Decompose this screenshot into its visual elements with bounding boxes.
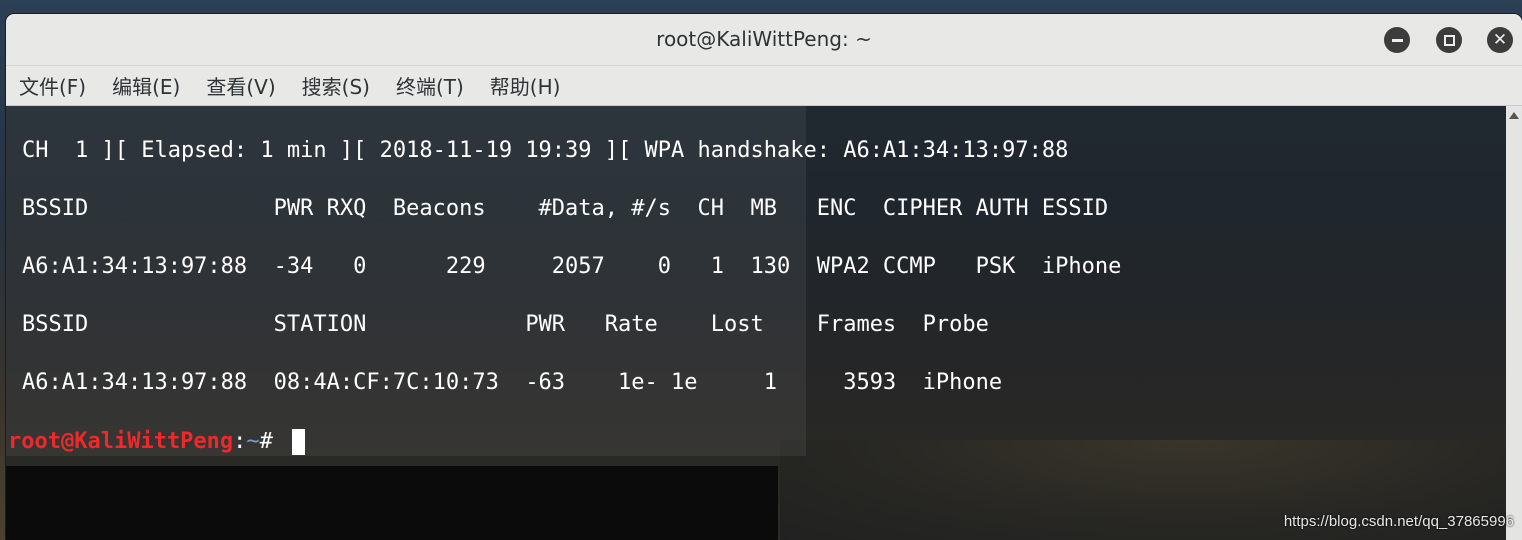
shell-prompt[interactable]: root@KaliWittPeng:~#: [8, 429, 306, 455]
menu-view[interactable]: 查看(V): [206, 71, 275, 100]
terminal-output[interactable]: CH 1 ][ Elapsed: 1 min ][ 2018-11-19 19:…: [6, 106, 1506, 540]
airodump-status-line: CH 1 ][ Elapsed: 1 min ][ 2018-11-19 19:…: [22, 138, 1069, 163]
close-button[interactable]: ✕: [1487, 27, 1513, 53]
maximize-icon: [1443, 34, 1455, 46]
background-window-dark-region: [6, 466, 778, 540]
prompt-symbol: #: [259, 429, 287, 454]
station-table-row: A6:A1:34:13:97:88 08:4A:CF:7C:10:73 -63 …: [22, 370, 1003, 395]
menu-search[interactable]: 搜索(S): [302, 71, 370, 100]
minimize-button[interactable]: [1384, 27, 1410, 53]
ap-table-header: BSSID PWR RXQ Beacons #Data, #/s CH MB E…: [22, 196, 1109, 221]
prompt-separator: :: [233, 429, 247, 454]
title-bar[interactable]: root@KaliWittPeng: ~ ✕: [6, 14, 1522, 66]
menu-bar: 文件(F) 编辑(E) 查看(V) 搜索(S) 终端(T) 帮助(H): [6, 66, 1522, 106]
menu-file[interactable]: 文件(F): [19, 71, 86, 100]
text-cursor: [292, 429, 306, 455]
menu-terminal[interactable]: 终端(T): [396, 71, 464, 100]
menu-help[interactable]: 帮助(H): [490, 71, 561, 100]
watermark-text: https://blog.csdn.net/qq_37865996: [1283, 513, 1514, 530]
menu-edit[interactable]: 编辑(E): [112, 71, 180, 100]
window-title: root@KaliWittPeng: ~: [656, 27, 872, 51]
close-icon: ✕: [1492, 29, 1508, 50]
terminal-window: root@KaliWittPeng: ~ ✕ 文件(F) 编辑(E) 查看(V)…: [6, 14, 1522, 540]
prompt-path: ~: [246, 429, 260, 454]
ap-table-row: A6:A1:34:13:97:88 -34 0 229 2057 0 1 130…: [22, 254, 1122, 279]
maximize-button[interactable]: [1436, 27, 1462, 53]
station-table-header: BSSID STATION PWR Rate Lost Frames Probe: [22, 312, 989, 337]
scroll-up-arrow-icon[interactable]: [1509, 112, 1519, 119]
minimize-icon: [1391, 38, 1403, 42]
prompt-user: root@KaliWittPeng: [8, 429, 234, 454]
terminal-scrollbar[interactable]: [1506, 106, 1522, 540]
